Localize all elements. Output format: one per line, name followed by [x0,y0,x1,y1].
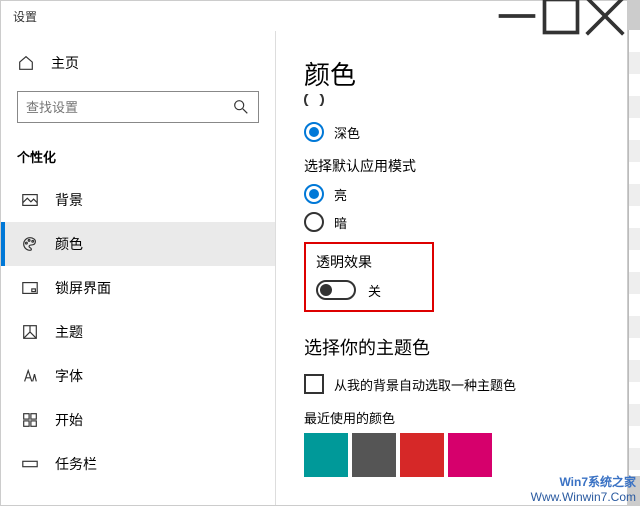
toggle-switch[interactable] [316,280,356,300]
checkbox-label: 从我的背景自动选取一种主题色 [334,375,516,394]
search-box[interactable] [17,91,259,123]
radio-icon [304,212,324,232]
sidebar-item-label: 颜色 [55,234,83,254]
radio-icon [304,94,324,106]
recent-swatches [304,433,619,477]
transparency-toggle-row: 关 [316,280,422,300]
color-swatch[interactable] [448,433,492,477]
content-pane: 颜色 深色 选择默认应用模式 亮 暗 透明效果 关 [276,31,627,505]
color-swatch[interactable] [352,433,396,477]
radio-app-mode-dark[interactable]: 暗 [304,212,619,232]
taskbar-icon [21,455,39,473]
auto-pick-row[interactable]: 从我的背景自动选取一种主题色 [304,374,619,394]
radio-label: 暗 [334,213,347,232]
radio-label: 深色 [334,123,360,142]
color-swatch[interactable] [400,433,444,477]
sidebar-item-themes[interactable]: 主题 [1,310,275,354]
picture-icon [21,191,39,209]
radio-label: 亮 [334,185,347,204]
settings-window: 设置 主页 [0,0,628,506]
highlight-box: 透明效果 关 [304,242,434,312]
window-body: 主页 个性化 背景 颜色 [1,31,627,505]
titlebar: 设置 [1,1,627,31]
fonts-icon [21,367,39,385]
sidebar-item-label: 锁屏界面 [55,278,111,298]
sidebar-item-background[interactable]: 背景 [1,178,275,222]
minimize-button[interactable] [495,1,539,31]
themes-icon [21,323,39,341]
home-label: 主页 [51,53,79,73]
sidebar-item-label: 主题 [55,322,83,342]
lockscreen-icon [21,279,39,297]
radio-partial-hidden[interactable] [304,94,619,106]
color-swatch[interactable] [304,433,348,477]
app-mode-label: 选择默认应用模式 [304,156,619,176]
sidebar-item-label: 任务栏 [55,454,97,474]
checkbox-icon [304,374,324,394]
sidebar-item-fonts[interactable]: 字体 [1,354,275,398]
sidebar-item-colors[interactable]: 颜色 [1,222,275,266]
search-input[interactable] [26,100,232,115]
close-button[interactable] [583,1,627,31]
sidebar: 主页 个性化 背景 颜色 [1,31,276,505]
background-strip [628,30,640,476]
search-icon [232,98,250,116]
maximize-button[interactable] [539,1,583,31]
category-header: 个性化 [1,141,275,178]
sidebar-item-label: 背景 [55,190,83,210]
radio-icon-selected [304,184,324,204]
window-controls [495,1,627,31]
accent-heading: 选择你的主题色 [304,334,619,360]
sidebar-item-label: 字体 [55,366,83,386]
radio-icon-selected [304,122,324,142]
toggle-state: 关 [368,281,381,300]
home-link[interactable]: 主页 [1,45,275,81]
sidebar-item-taskbar[interactable]: 任务栏 [1,442,275,486]
radio-app-mode-light[interactable]: 亮 [304,184,619,204]
radio-windows-mode-dark[interactable]: 深色 [304,122,619,142]
recent-colors-label: 最近使用的颜色 [304,408,619,427]
transparency-label: 透明效果 [316,252,422,272]
palette-icon [21,235,39,253]
sidebar-item-start[interactable]: 开始 [1,398,275,442]
window-title: 设置 [13,8,495,25]
page-title: 颜色 [304,55,619,92]
sidebar-item-lockscreen[interactable]: 锁屏界面 [1,266,275,310]
home-icon [17,54,35,72]
sidebar-item-label: 开始 [55,410,83,430]
start-icon [21,411,39,429]
